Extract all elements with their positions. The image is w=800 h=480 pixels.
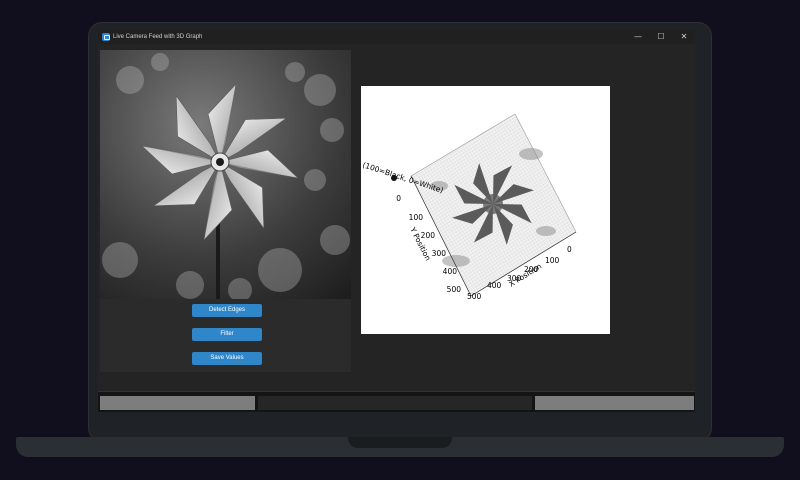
- laptop-notch: [348, 437, 452, 448]
- surface-plane: [410, 113, 577, 297]
- detect-edges-button[interactable]: Detect Edges: [192, 304, 262, 317]
- 3d-graph-canvas[interactable]: 0 100 200 300 400 500 0 100 200 300 400 …: [361, 86, 610, 334]
- app-window: Live Camera Feed with 3D Graph — ☐ ✕ Det…: [98, 30, 695, 392]
- filter-button[interactable]: Filter: [192, 328, 262, 341]
- maximize-icon[interactable]: ☐: [654, 31, 668, 43]
- y-tick: 0: [396, 194, 401, 203]
- 3d-surface-plot: 0 100 200 300 400 500 0 100 200 300 400 …: [361, 113, 577, 301]
- app-icon: [102, 33, 110, 41]
- x-tick: 100: [545, 256, 560, 265]
- screen: Live Camera Feed with 3D Graph — ☐ ✕ Det…: [98, 30, 695, 412]
- pinwheel-photo: [100, 50, 351, 299]
- camera-feed-image: [100, 50, 351, 299]
- y-tick: 500: [447, 285, 462, 294]
- title-bar[interactable]: Live Camera Feed with 3D Graph — ☐ ✕: [98, 30, 695, 44]
- window-title: Live Camera Feed with 3D Graph: [113, 34, 203, 40]
- background-panel-middle: [258, 396, 532, 410]
- background-panel-left: [100, 396, 255, 410]
- y-tick: 100: [409, 213, 424, 222]
- x-tick: 500: [467, 292, 482, 301]
- x-tick: 0: [567, 245, 572, 254]
- x-tick: 400: [487, 281, 502, 290]
- y-tick: 400: [443, 267, 458, 276]
- save-values-button[interactable]: Save Values: [192, 352, 262, 365]
- z-axis-marker: [391, 175, 397, 181]
- close-icon[interactable]: ✕: [677, 31, 691, 43]
- background-window-strip: [100, 396, 694, 410]
- background-panel-right: [535, 396, 694, 410]
- y-tick: 300: [432, 249, 447, 258]
- minimize-icon[interactable]: —: [631, 31, 645, 43]
